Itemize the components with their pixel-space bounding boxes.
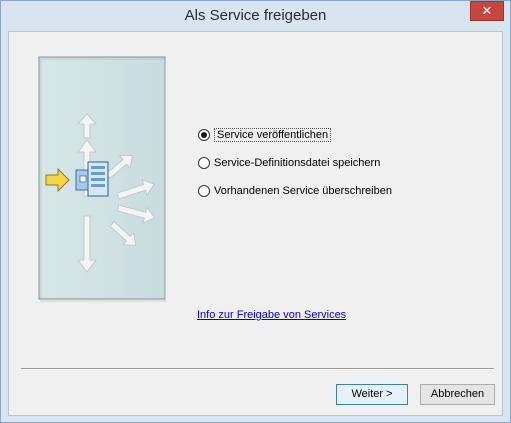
radio-save-definition[interactable]: [198, 157, 210, 169]
dialog-content: Service veröffentlichen Service-Definiti…: [8, 31, 503, 416]
title-bar: Als Service freigeben ✕: [1, 1, 510, 31]
info-link[interactable]: Info zur Freigabe von Services: [197, 309, 346, 321]
publish-options: Service veröffentlichen Service-Definiti…: [198, 125, 392, 209]
radio-publish-service[interactable]: [198, 129, 210, 141]
separator: [21, 368, 494, 370]
radio-overwrite-service[interactable]: [198, 185, 210, 197]
option-overwrite-service-label[interactable]: Vorhandenen Service überschreiben: [214, 185, 392, 197]
close-button[interactable]: ✕: [470, 1, 504, 21]
publish-service-illustration: [38, 56, 166, 302]
cancel-button[interactable]: Abbrechen: [420, 384, 495, 405]
dialog-window: Als Service freigeben ✕ Service veröffen…: [0, 0, 511, 423]
option-publish-service-label[interactable]: Service veröffentlichen: [214, 128, 332, 142]
option-save-definition[interactable]: Service-Definitionsdatei speichern: [198, 153, 392, 173]
option-publish-service[interactable]: Service veröffentlichen: [198, 125, 392, 145]
close-icon: ✕: [481, 3, 493, 18]
option-save-definition-label[interactable]: Service-Definitionsdatei speichern: [214, 157, 380, 169]
dialog-title: Als Service freigeben: [184, 7, 327, 24]
next-button[interactable]: Weiter >: [336, 384, 408, 405]
option-overwrite-service[interactable]: Vorhandenen Service überschreiben: [198, 181, 392, 201]
